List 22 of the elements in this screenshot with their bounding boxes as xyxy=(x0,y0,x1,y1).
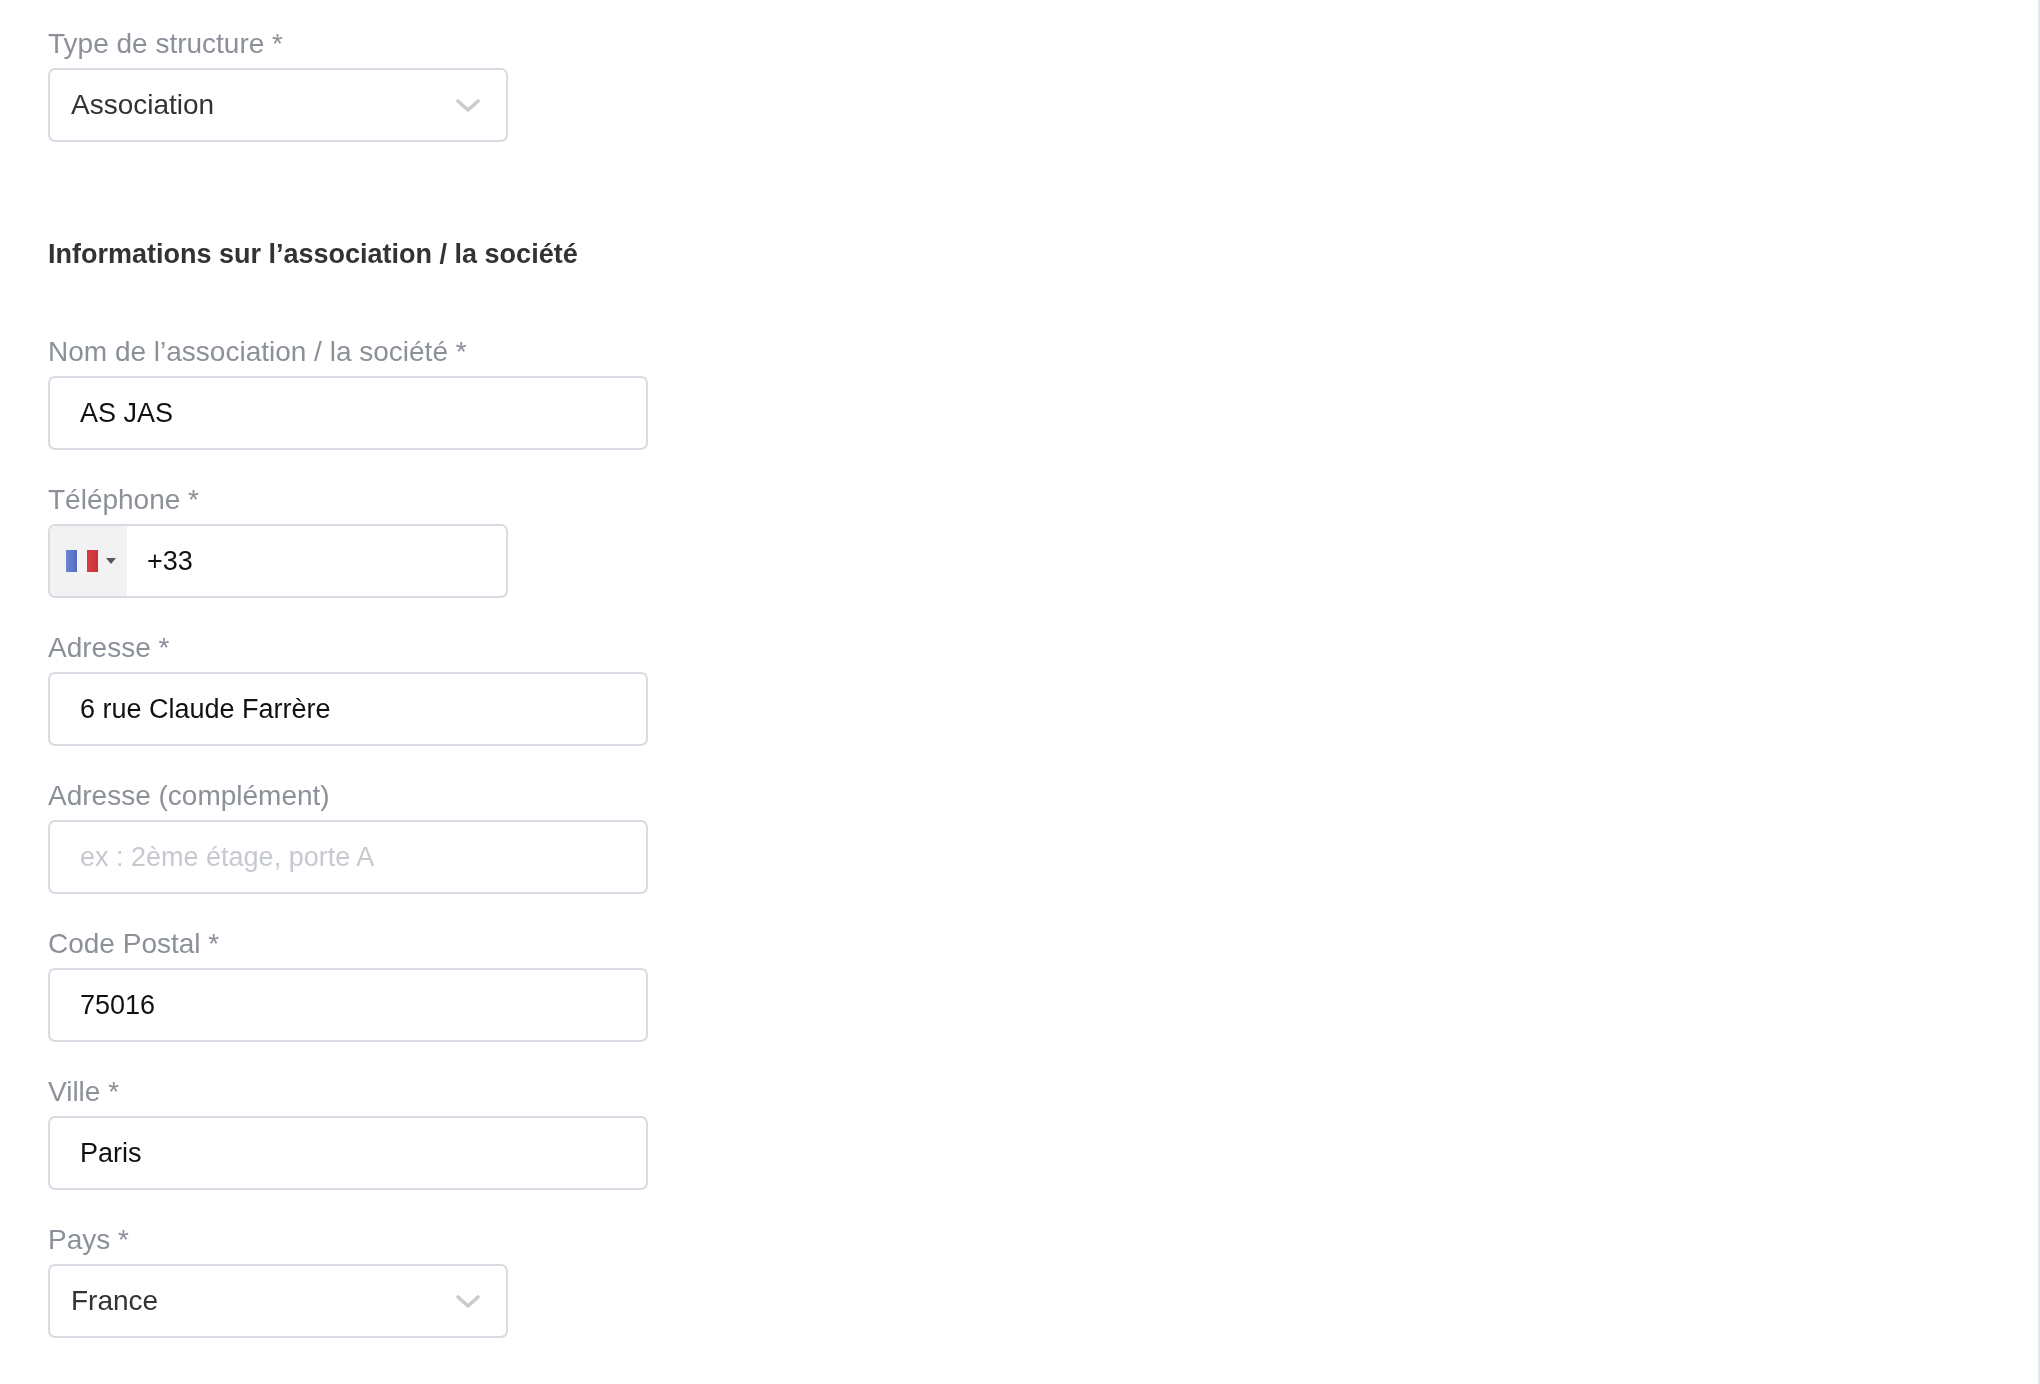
chevron-down-icon xyxy=(456,1294,480,1308)
field-label: Téléphone * xyxy=(48,484,199,516)
text-field[interactable]: Paris xyxy=(48,1116,648,1190)
flag-icon xyxy=(66,550,98,572)
caret-down-icon xyxy=(106,558,116,564)
text-field[interactable]: 6 rue Claude Farrère xyxy=(48,672,648,746)
select-dropdown[interactable]: France xyxy=(48,1264,508,1338)
text-field[interactable]: 75016 xyxy=(48,968,648,1042)
field-label: Ville * xyxy=(48,1076,120,1108)
field-label: Adresse (complément) xyxy=(48,780,330,812)
field-label: Code Postal * xyxy=(48,928,220,960)
field-label: Adresse * xyxy=(48,632,170,664)
country-code-selector[interactable] xyxy=(50,526,127,596)
field-label: Pays * xyxy=(48,1224,129,1256)
phone-field[interactable]: +33 xyxy=(48,524,508,598)
field-label: Type de structure * xyxy=(48,28,283,60)
chevron-down-icon xyxy=(456,98,480,112)
select-dropdown[interactable]: Association xyxy=(48,68,508,142)
section-heading: Informations sur l’association / la société xyxy=(48,238,578,270)
text-field[interactable]: AS JAS xyxy=(48,376,648,450)
phone-number-input[interactable]: +33 xyxy=(127,526,506,596)
field-label: Nom de l’association / la société * xyxy=(48,336,467,368)
